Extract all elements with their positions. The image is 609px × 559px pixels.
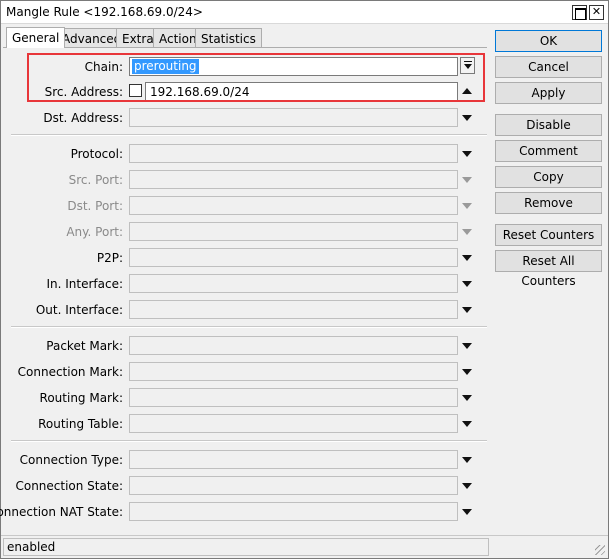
dst-port-field (129, 196, 458, 215)
p2p-dropdown-icon[interactable] (462, 255, 472, 261)
mangle-rule-window: Mangle Rule <192.168.69.0/24> ✕ General … (0, 0, 609, 559)
protocol-row: Protocol: (3, 144, 487, 164)
protocol-label: Protocol: (70, 147, 123, 161)
out-interface-dropdown-icon[interactable] (462, 307, 472, 313)
connection-state-field[interactable] (129, 476, 458, 495)
connection-nat-state-field[interactable] (129, 502, 458, 521)
any-port-label: Any. Port: (66, 225, 123, 239)
connection-mark-row: Connection Mark: (3, 362, 487, 382)
ok-button[interactable]: OK (495, 30, 602, 52)
routing-mark-label: Routing Mark: (39, 391, 123, 405)
out-interface-label: Out. Interface: (35, 303, 123, 317)
routing-table-field[interactable] (129, 414, 458, 433)
chain-dropdown-icon[interactable] (460, 57, 475, 74)
connection-mark-label: Connection Mark: (17, 365, 123, 379)
maximize-icon[interactable] (572, 5, 587, 20)
apply-button[interactable]: Apply (495, 82, 602, 104)
connection-nat-state-label: Connection NAT State: (0, 505, 123, 519)
p2p-label: P2P: (96, 251, 123, 265)
packet-mark-field[interactable] (129, 336, 458, 355)
connection-nat-state-dropdown-icon[interactable] (462, 509, 472, 515)
comment-button[interactable]: Comment (495, 140, 602, 162)
connection-state-label: Connection State: (15, 479, 123, 493)
chain-label: Chain: (84, 60, 123, 74)
separator (11, 440, 487, 442)
dst-port-label: Dst. Port: (67, 199, 123, 213)
src-port-dropdown-icon (462, 177, 472, 183)
dst-address-row: Dst. Address: (3, 108, 487, 128)
status-bar: enabled (1, 535, 608, 558)
src-port-label: Src. Port: (68, 173, 123, 187)
src-port-field (129, 170, 458, 189)
connection-type-field[interactable] (129, 450, 458, 469)
routing-mark-row: Routing Mark: (3, 388, 487, 408)
reset-counters-button[interactable]: Reset Counters (495, 224, 602, 246)
separator (11, 134, 487, 136)
p2p-field[interactable] (129, 248, 458, 267)
dst-port-row: Dst. Port: (3, 196, 487, 216)
disable-button[interactable]: Disable (495, 114, 602, 136)
routing-table-row: Routing Table: (3, 414, 487, 434)
src-address-label: Src. Address: (44, 85, 123, 99)
reset-all-counters-button[interactable]: Reset All Counters (495, 250, 602, 288)
any-port-dropdown-icon (462, 229, 472, 235)
protocol-dropdown-icon[interactable] (462, 151, 472, 157)
src-address-negate-checkbox[interactable] (129, 84, 142, 97)
routing-table-label: Routing Table: (38, 417, 123, 431)
src-address-field[interactable]: 192.168.69.0/24 (145, 82, 458, 101)
routing-mark-dropdown-icon[interactable] (462, 395, 472, 401)
src-address-value: 192.168.69.0/24 (150, 85, 250, 99)
connection-type-dropdown-icon[interactable] (462, 457, 472, 463)
out-interface-field[interactable] (129, 300, 458, 319)
in-interface-label: In. Interface: (46, 277, 123, 291)
dst-address-label: Dst. Address: (43, 111, 123, 125)
packet-mark-label: Packet Mark: (46, 339, 123, 353)
copy-button[interactable]: Copy (495, 166, 602, 188)
connection-state-dropdown-icon[interactable] (462, 483, 472, 489)
connection-type-label: Connection Type: (19, 453, 123, 467)
routing-mark-field[interactable] (129, 388, 458, 407)
dst-port-dropdown-icon (462, 203, 472, 209)
routing-table-dropdown-icon[interactable] (462, 421, 472, 427)
general-panel: Chain: prerouting Src. Address: 192.168.… (0, 47, 487, 535)
connection-mark-dropdown-icon[interactable] (462, 369, 472, 375)
packet-mark-dropdown-icon[interactable] (462, 343, 472, 349)
separator (11, 326, 487, 328)
chain-row: Chain: prerouting (3, 57, 487, 77)
in-interface-field[interactable] (129, 274, 458, 293)
packet-mark-row: Packet Mark: (3, 336, 487, 356)
chain-value: prerouting (132, 59, 199, 74)
tab-statistics[interactable]: Statistics (195, 28, 262, 48)
dst-address-dropdown-icon[interactable] (462, 115, 472, 121)
protocol-field[interactable] (129, 144, 458, 163)
chain-field[interactable]: prerouting (129, 57, 458, 76)
title-bar[interactable]: Mangle Rule <192.168.69.0/24> ✕ (1, 1, 608, 24)
remove-button[interactable]: Remove (495, 192, 602, 214)
status-text: enabled (3, 538, 489, 556)
any-port-field (129, 222, 458, 241)
in-interface-row: In. Interface: (3, 274, 487, 294)
connection-nat-state-row: Connection NAT State: (0, 502, 487, 522)
out-interface-row: Out. Interface: (3, 300, 487, 320)
cancel-button[interactable]: Cancel (495, 56, 602, 78)
tab-general[interactable]: General (6, 27, 66, 48)
src-address-collapse-icon[interactable] (462, 88, 472, 94)
dst-address-field[interactable] (129, 108, 458, 127)
window-title: Mangle Rule <192.168.69.0/24> (6, 5, 203, 19)
src-address-row: Src. Address: 192.168.69.0/24 (3, 82, 487, 102)
resize-grip-icon[interactable] (595, 545, 605, 555)
src-port-row: Src. Port: (3, 170, 487, 190)
connection-state-row: Connection State: (3, 476, 487, 496)
close-icon[interactable]: ✕ (589, 5, 604, 20)
connection-type-row: Connection Type: (3, 450, 487, 470)
p2p-row: P2P: (3, 248, 487, 268)
in-interface-dropdown-icon[interactable] (462, 281, 472, 287)
connection-mark-field[interactable] (129, 362, 458, 381)
any-port-row: Any. Port: (3, 222, 487, 242)
